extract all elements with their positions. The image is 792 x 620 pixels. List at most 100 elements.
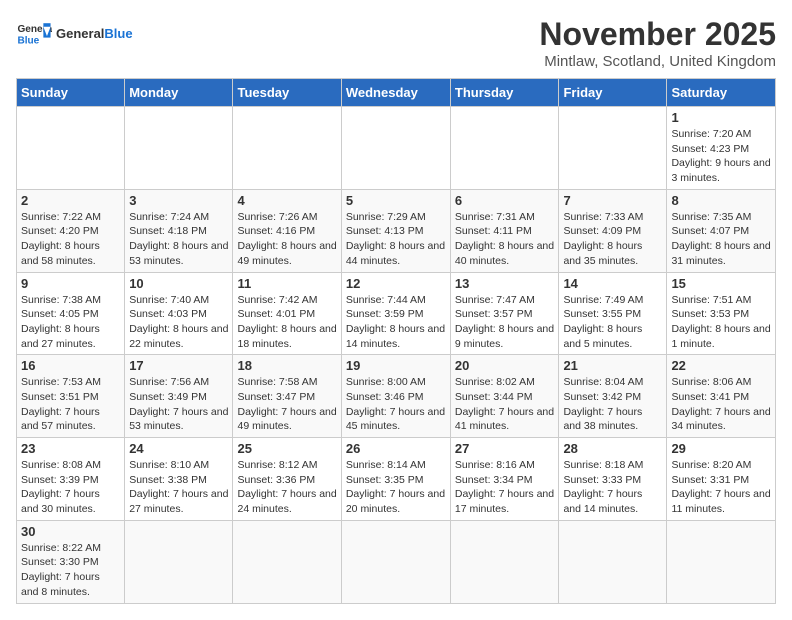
day-cell-29: 29 Sunrise: 8:20 AM Sunset: 3:31 PM Dayli… [667,438,776,521]
day-number: 22 [671,358,771,373]
day-cell-25: 25Sunrise: 8:12 AM Sunset: 3:36 PM Dayli… [233,438,341,521]
day-cell-6: 6 Sunrise: 7:31 AM Sunset: 4:11 PM Daylig… [450,189,559,272]
day-number: 12 [346,276,446,291]
day-cell-7: 7Sunrise: 7:33 AM Sunset: 4:09 PM Daylig… [559,189,667,272]
day-number: 18 [237,358,336,373]
day-info: Sunrise: 8:22 AM Sunset: 3:30 PM Dayligh… [21,541,120,600]
day-number: 30 [21,524,120,539]
week-row-2: 2 Sunrise: 7:22 AM Sunset: 4:20 PM Daylig… [17,189,776,272]
day-cell-27: 27Sunrise: 8:16 AM Sunset: 3:34 PM Dayli… [450,438,559,521]
weekday-header-friday: Friday [559,79,667,107]
day-number: 13 [455,276,555,291]
day-cell-3: 3Sunrise: 7:24 AM Sunset: 4:18 PM Daylig… [125,189,233,272]
weekday-header-row: SundayMondayTuesdayWednesdayThursdayFrid… [17,79,776,107]
week-row-6: 30 Sunrise: 8:22 AM Sunset: 3:30 PM Dayli… [17,520,776,603]
day-number: 11 [237,276,336,291]
day-info: Sunrise: 7:53 AM Sunset: 3:51 PM Dayligh… [21,375,120,434]
day-number: 10 [129,276,228,291]
empty-cell [559,107,667,190]
day-info: Sunrise: 7:26 AM Sunset: 4:16 PM Dayligh… [237,210,336,269]
day-info: Sunrise: 8:08 AM Sunset: 3:39 PM Dayligh… [21,458,120,517]
day-info: Sunrise: 7:38 AM Sunset: 4:05 PM Dayligh… [21,293,120,352]
day-number: 27 [455,441,555,456]
day-cell-17: 17Sunrise: 7:56 AM Sunset: 3:49 PM Dayli… [125,355,233,438]
title-area: November 2025 Mintlaw, Scotland, United … [539,16,776,70]
day-cell-10: 10 Sunrise: 7:40 AM Sunset: 4:03 PM Dayli… [125,272,233,355]
weekday-header-monday: Monday [125,79,233,107]
day-number: 21 [563,358,662,373]
empty-cell [450,520,559,603]
day-cell-13: 13 Sunrise: 7:47 AM Sunset: 3:57 PM Dayli… [450,272,559,355]
day-cell-2: 2 Sunrise: 7:22 AM Sunset: 4:20 PM Daylig… [17,189,125,272]
weekday-header-saturday: Saturday [667,79,776,107]
day-number: 4 [237,193,336,208]
day-number: 9 [21,276,120,291]
day-cell-26: 26 Sunrise: 8:14 AM Sunset: 3:35 PM Dayli… [341,438,450,521]
day-cell-8: 8 Sunrise: 7:35 AM Sunset: 4:07 PM Daylig… [667,189,776,272]
day-info: Sunrise: 8:14 AM Sunset: 3:35 PM Dayligh… [346,458,446,517]
day-number: 16 [21,358,120,373]
day-info: Sunrise: 7:40 AM Sunset: 4:03 PM Dayligh… [129,293,228,352]
day-number: 20 [455,358,555,373]
logo: General Blue GeneralBlue [16,16,133,52]
day-number: 15 [671,276,771,291]
day-number: 29 [671,441,771,456]
day-info: Sunrise: 7:35 AM Sunset: 4:07 PM Dayligh… [671,210,771,269]
day-info: Sunrise: 7:42 AM Sunset: 4:01 PM Dayligh… [237,293,336,352]
empty-cell [341,107,450,190]
week-row-1: 1Sunrise: 7:20 AM Sunset: 4:23 PM Daylig… [17,107,776,190]
day-number: 23 [21,441,120,456]
empty-cell [233,520,341,603]
day-cell-28: 28 Sunrise: 8:18 AM Sunset: 3:33 PM Dayli… [559,438,667,521]
day-info: Sunrise: 7:22 AM Sunset: 4:20 PM Dayligh… [21,210,120,269]
day-cell-30: 30 Sunrise: 8:22 AM Sunset: 3:30 PM Dayli… [17,520,125,603]
day-cell-19: 19Sunrise: 8:00 AM Sunset: 3:46 PM Dayli… [341,355,450,438]
day-info: Sunrise: 8:18 AM Sunset: 3:33 PM Dayligh… [563,458,662,517]
empty-cell [667,520,776,603]
day-number: 26 [346,441,446,456]
day-info: Sunrise: 7:20 AM Sunset: 4:23 PM Dayligh… [671,127,771,186]
day-number: 5 [346,193,446,208]
day-cell-9: 9 Sunrise: 7:38 AM Sunset: 4:05 PM Daylig… [17,272,125,355]
empty-cell [125,520,233,603]
empty-cell [341,520,450,603]
day-info: Sunrise: 7:24 AM Sunset: 4:18 PM Dayligh… [129,210,228,269]
day-number: 2 [21,193,120,208]
day-info: Sunrise: 8:10 AM Sunset: 3:38 PM Dayligh… [129,458,228,517]
week-row-5: 23 Sunrise: 8:08 AM Sunset: 3:39 PM Dayli… [17,438,776,521]
empty-cell [233,107,341,190]
day-cell-12: 12Sunrise: 7:44 AM Sunset: 3:59 PM Dayli… [341,272,450,355]
day-info: Sunrise: 8:20 AM Sunset: 3:31 PM Dayligh… [671,458,771,517]
empty-cell [125,107,233,190]
day-cell-22: 22Sunrise: 8:06 AM Sunset: 3:41 PM Dayli… [667,355,776,438]
logo-blue: Blue [104,26,132,41]
day-cell-15: 15 Sunrise: 7:51 AM Sunset: 3:53 PM Dayli… [667,272,776,355]
empty-cell [450,107,559,190]
month-title: November 2025 [539,16,776,53]
day-number: 6 [455,193,555,208]
day-number: 24 [129,441,228,456]
day-number: 7 [563,193,662,208]
day-cell-16: 16 Sunrise: 7:53 AM Sunset: 3:51 PM Dayli… [17,355,125,438]
day-cell-20: 20 Sunrise: 8:02 AM Sunset: 3:44 PM Dayli… [450,355,559,438]
empty-cell [559,520,667,603]
empty-cell [17,107,125,190]
location-title: Mintlaw, Scotland, United Kingdom [539,53,776,70]
day-number: 8 [671,193,771,208]
day-cell-5: 5 Sunrise: 7:29 AM Sunset: 4:13 PM Daylig… [341,189,450,272]
day-number: 28 [563,441,662,456]
day-cell-23: 23 Sunrise: 8:08 AM Sunset: 3:39 PM Dayli… [17,438,125,521]
day-info: Sunrise: 7:51 AM Sunset: 3:53 PM Dayligh… [671,293,771,352]
calendar-table: SundayMondayTuesdayWednesdayThursdayFrid… [16,78,776,604]
day-info: Sunrise: 7:29 AM Sunset: 4:13 PM Dayligh… [346,210,446,269]
day-info: Sunrise: 7:31 AM Sunset: 4:11 PM Dayligh… [455,210,555,269]
day-cell-14: 14Sunrise: 7:49 AM Sunset: 3:55 PM Dayli… [559,272,667,355]
day-number: 14 [563,276,662,291]
day-number: 17 [129,358,228,373]
svg-text:Blue: Blue [17,35,39,46]
day-info: Sunrise: 7:47 AM Sunset: 3:57 PM Dayligh… [455,293,555,352]
day-info: Sunrise: 8:12 AM Sunset: 3:36 PM Dayligh… [237,458,336,517]
weekday-header-wednesday: Wednesday [341,79,450,107]
week-row-3: 9 Sunrise: 7:38 AM Sunset: 4:05 PM Daylig… [17,272,776,355]
day-info: Sunrise: 8:02 AM Sunset: 3:44 PM Dayligh… [455,375,555,434]
